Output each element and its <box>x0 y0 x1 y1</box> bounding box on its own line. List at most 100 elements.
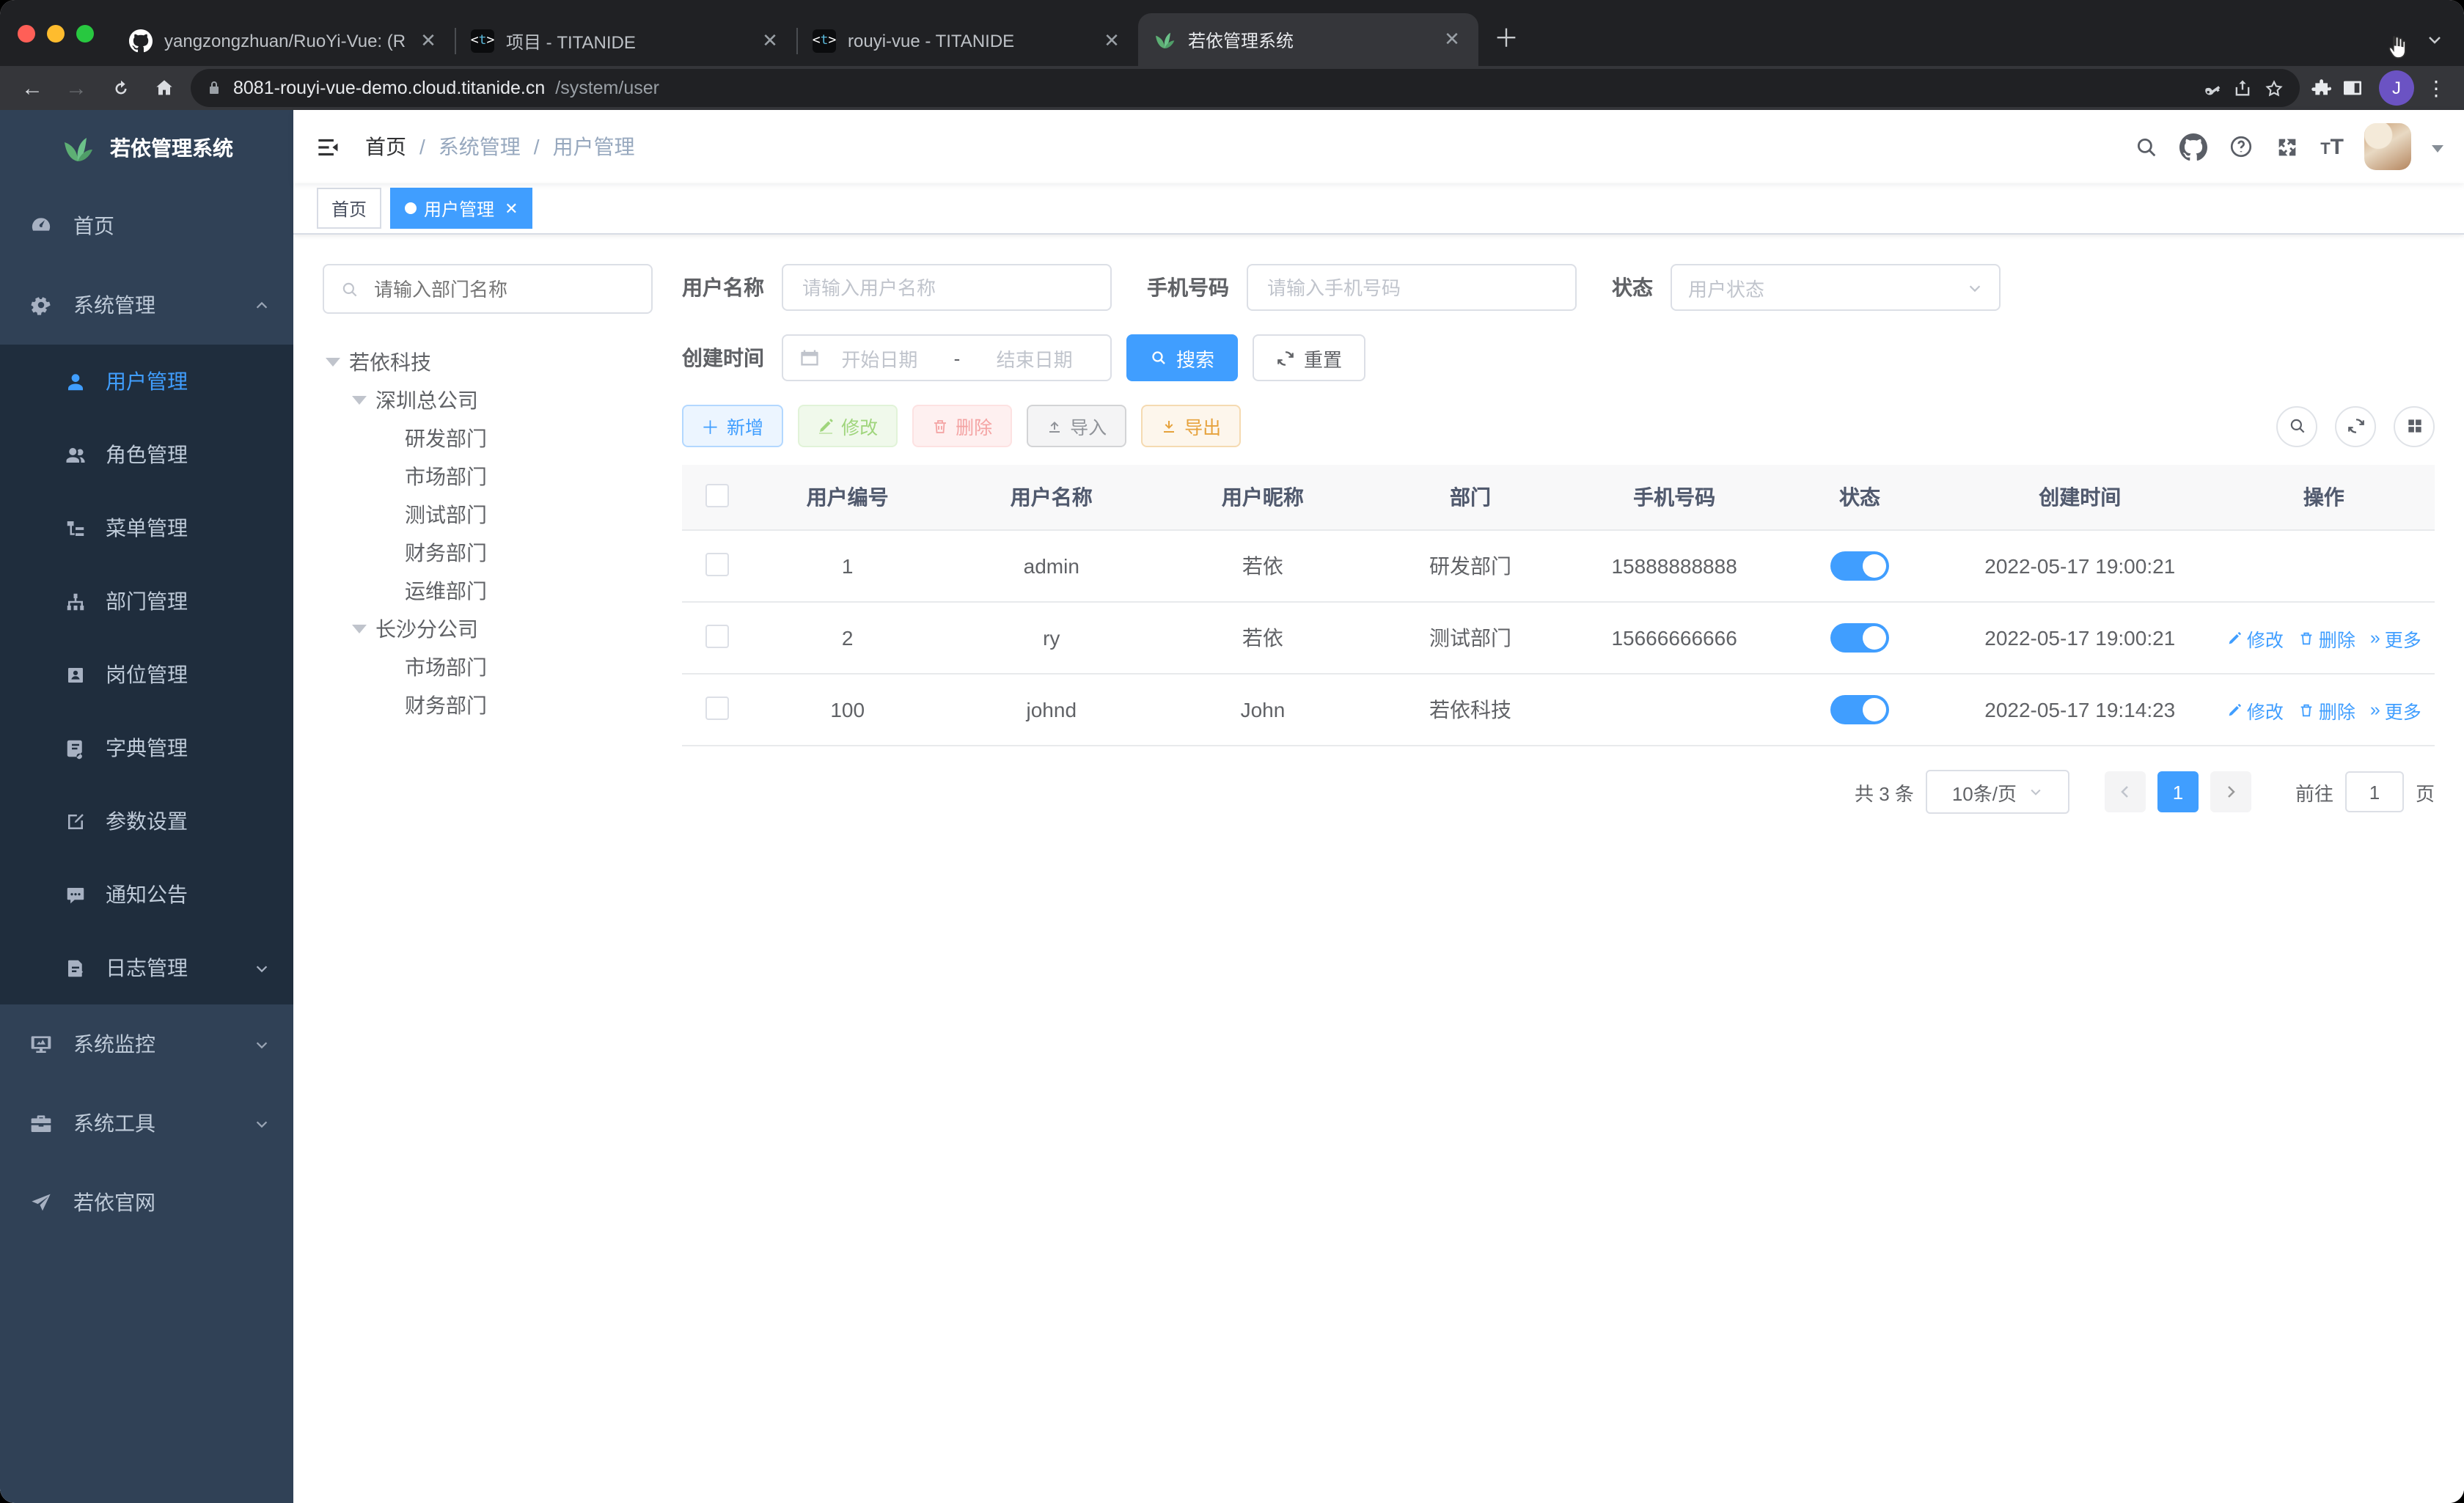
search-button[interactable]: 搜索 <box>1126 334 1239 381</box>
browser-tab-titanide-project[interactable]: < t > 项目 - TITANIDE ✕ <box>456 16 796 66</box>
extensions-puzzle-icon[interactable] <box>2309 76 2332 100</box>
row-checkbox[interactable] <box>705 696 730 719</box>
fullscreen-icon[interactable] <box>2275 134 2300 159</box>
tab-close-icon[interactable]: ✕ <box>758 29 782 53</box>
delete-button[interactable]: 删除 <box>912 405 1012 447</box>
tag-user-management-active[interactable]: 用户管理 ✕ <box>390 188 533 229</box>
zoom-window-button[interactable] <box>76 24 94 42</box>
sidebar-item-role-management[interactable]: 角色管理 <box>0 418 293 491</box>
password-key-icon[interactable] <box>2201 78 2222 98</box>
select-all-checkbox[interactable] <box>705 483 730 507</box>
header-search-icon[interactable] <box>2134 134 2159 159</box>
minimize-window-button[interactable] <box>47 24 65 42</box>
sidebar-item-home[interactable]: 首页 <box>0 186 293 265</box>
sidebar-item-system-tools[interactable]: 系统工具 <box>0 1084 293 1163</box>
date-range-picker[interactable]: 开始日期 - 结束日期 <box>782 334 1112 381</box>
tree-node[interactable]: 测试部门 <box>323 496 653 534</box>
github-icon[interactable] <box>2179 133 2208 161</box>
columns-grid-button[interactable] <box>2394 405 2435 447</box>
reload-button[interactable] <box>103 70 138 106</box>
user-avatar[interactable] <box>2364 123 2411 170</box>
row-delete-link[interactable]: 删除 <box>2298 696 2355 724</box>
refresh-circle-button[interactable] <box>2335 405 2376 447</box>
sidebar-item-menu-management[interactable]: 菜单管理 <box>0 491 293 565</box>
tree-expand-icon[interactable] <box>352 625 367 641</box>
tree-node[interactable]: 财务部门 <box>323 686 653 724</box>
forward-button[interactable]: → <box>59 70 94 106</box>
import-button[interactable]: 导入 <box>1026 405 1126 447</box>
tab-close-icon[interactable]: ✕ <box>1440 28 1464 51</box>
sidebar-item-dict-management[interactable]: 字典管理 <box>0 711 293 784</box>
status-toggle-on[interactable] <box>1830 551 1889 581</box>
side-panel-icon[interactable] <box>2341 76 2364 100</box>
tab-close-icon[interactable]: ✕ <box>1100 29 1123 53</box>
browser-tab-github[interactable]: yangzongzhuan/RuoYi-Vue: (R ✕ <box>114 16 455 66</box>
dept-search-field[interactable] <box>371 276 635 301</box>
share-icon[interactable] <box>2232 78 2253 98</box>
browser-menu-icon[interactable]: ⋮ <box>2423 76 2449 100</box>
sidebar-item-system-monitor[interactable]: 系统监控 <box>0 1004 293 1084</box>
tab-search-chevron-icon[interactable] <box>2426 31 2443 48</box>
tree-node[interactable]: 市场部门 <box>323 648 653 686</box>
tab-close-icon[interactable]: ✕ <box>417 29 440 53</box>
edit-button[interactable]: 修改 <box>797 405 898 447</box>
add-button[interactable]: ＋ 新增 <box>682 405 783 447</box>
address-bar[interactable]: 8081-rouyi-vue-demo.cloud.titanide.cn/sy… <box>191 69 2300 107</box>
sidebar-item-user-management[interactable]: 用户管理 <box>0 345 293 418</box>
page-size-select[interactable]: 10条/页 <box>1925 770 2069 814</box>
goto-page-input[interactable] <box>2344 771 2404 812</box>
home-button[interactable] <box>147 70 182 106</box>
export-button[interactable]: 导出 <box>1140 405 1241 447</box>
sidebar-logo[interactable]: 若依管理系统 <box>0 110 293 186</box>
bookmark-star-icon[interactable] <box>2263 77 2285 99</box>
breadcrumb-home[interactable]: 首页 <box>365 132 406 161</box>
close-window-button[interactable] <box>18 24 35 42</box>
new-tab-button[interactable]: ＋ <box>1487 18 1525 54</box>
help-question-icon[interactable] <box>2228 133 2254 160</box>
row-more-link[interactable]: » 更多 <box>2370 696 2421 724</box>
sidebar-item-system-management[interactable]: 系统管理 <box>0 265 293 345</box>
status-select[interactable]: 用户状态 <box>1671 264 2001 311</box>
row-edit-link[interactable]: 修改 <box>2226 624 2284 652</box>
sidebar-item-log-management[interactable]: 日志管理 <box>0 931 293 1004</box>
username-field[interactable] <box>799 275 1094 300</box>
avatar-caret-down-icon[interactable] <box>2432 144 2443 158</box>
tag-home[interactable]: 首页 <box>317 188 382 229</box>
row-edit-link[interactable]: 修改 <box>2226 696 2284 724</box>
username-input[interactable] <box>782 264 1112 311</box>
row-delete-link[interactable]: 删除 <box>2298 624 2355 652</box>
tree-node[interactable]: 运维部门 <box>323 572 653 610</box>
row-checkbox[interactable] <box>705 552 730 576</box>
sidebar-toggle-icon[interactable] <box>314 133 342 161</box>
toggle-search-circle-button[interactable] <box>2276 405 2317 447</box>
tree-node[interactable]: 长沙分公司 <box>323 610 653 648</box>
tree-node[interactable]: 若依科技 <box>323 343 653 381</box>
sidebar-item-notice[interactable]: 通知公告 <box>0 858 293 931</box>
tree-node[interactable]: 财务部门 <box>323 534 653 572</box>
font-size-icon[interactable]: TT <box>2320 134 2344 159</box>
next-page-button[interactable] <box>2210 771 2251 812</box>
sidebar-item-post-management[interactable]: 岗位管理 <box>0 638 293 711</box>
prev-page-button[interactable] <box>2104 771 2146 812</box>
tag-close-icon[interactable]: ✕ <box>505 199 518 218</box>
sidebar-item-dept-management[interactable]: 部门管理 <box>0 565 293 638</box>
browser-profile-avatar[interactable]: J <box>2379 70 2414 106</box>
tree-node[interactable]: 研发部门 <box>323 419 653 457</box>
sidebar-item-config-settings[interactable]: 参数设置 <box>0 784 293 858</box>
dept-search-input[interactable] <box>323 264 653 314</box>
breadcrumb-section[interactable]: 系统管理 <box>439 132 521 161</box>
phone-field[interactable] <box>1264 275 1559 300</box>
browser-tab-titanide-rouyi[interactable]: < t > rouyi-vue - TITANIDE ✕ <box>798 16 1138 66</box>
phone-input[interactable] <box>1247 264 1577 311</box>
sidebar-item-ruoyi-website[interactable]: 若依官网 <box>0 1163 293 1242</box>
back-button[interactable]: ← <box>15 70 50 106</box>
tree-node[interactable]: 深圳总公司 <box>323 381 653 419</box>
row-checkbox[interactable] <box>705 624 730 647</box>
status-toggle-on[interactable] <box>1830 623 1889 653</box>
tree-expand-icon[interactable] <box>352 396 367 412</box>
browser-tab-ruoyi-active[interactable]: 若依管理系统 ✕ <box>1138 13 1478 66</box>
tree-node[interactable]: 市场部门 <box>323 457 653 496</box>
reset-button[interactable]: 重置 <box>1253 334 1366 381</box>
tree-expand-icon[interactable] <box>326 358 340 374</box>
page-number-1[interactable]: 1 <box>2157 771 2199 812</box>
